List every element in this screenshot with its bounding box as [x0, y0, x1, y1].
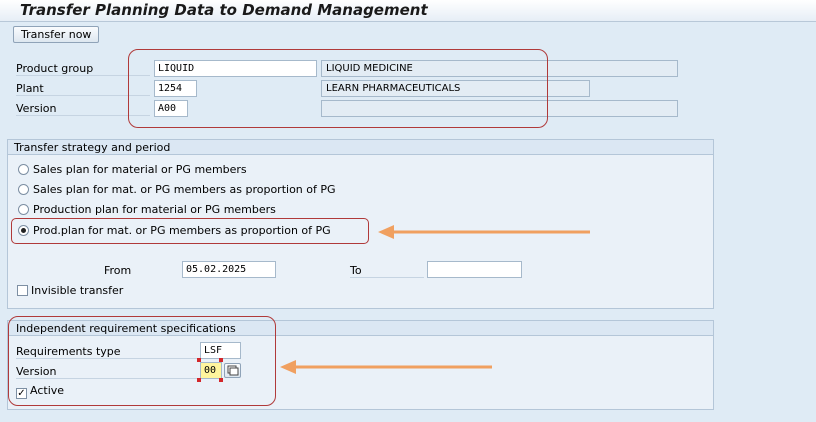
- requirements-highlight-box: [8, 316, 276, 406]
- to-label: To: [350, 264, 424, 278]
- arrow-left-icon: [378, 225, 590, 239]
- invisible-transfer-label: Invisible transfer: [31, 284, 124, 297]
- transfer-strategy-title: Transfer strategy and period: [14, 141, 171, 154]
- from-label: From: [104, 264, 132, 277]
- radio-button-icon[interactable]: [18, 204, 29, 215]
- title-bar: Transfer Planning Data to Demand Managem…: [0, 0, 816, 22]
- radio-button-icon[interactable]: [18, 164, 29, 175]
- radio-sales-plan-proportion[interactable]: Sales plan for mat. or PG members as pro…: [18, 183, 336, 196]
- transfer-strategy-header: Transfer strategy and period: [8, 140, 713, 155]
- header-highlight-box: [128, 49, 548, 128]
- radio-label: Sales plan for mat. or PG members as pro…: [33, 183, 336, 196]
- to-date-input[interactable]: [427, 261, 522, 278]
- from-date-input[interactable]: 05.02.2025: [182, 261, 276, 278]
- application-toolbar: Transfer now: [0, 22, 816, 48]
- arrow-left-icon: [280, 360, 492, 374]
- radio-production-plan[interactable]: Production plan for material or PG membe…: [18, 203, 276, 216]
- page-title: Transfer Planning Data to Demand Managem…: [20, 1, 428, 19]
- radio-label: Production plan for material or PG membe…: [33, 203, 276, 216]
- invisible-transfer-checkbox[interactable]: Invisible transfer: [17, 284, 123, 297]
- radio-highlight-box: [11, 218, 369, 244]
- radio-sales-plan[interactable]: Sales plan for material or PG members: [18, 163, 247, 176]
- radio-button-icon[interactable]: [18, 184, 29, 195]
- transfer-now-button[interactable]: Transfer now: [13, 26, 100, 43]
- checkbox-icon[interactable]: [17, 285, 28, 296]
- radio-label: Sales plan for material or PG members: [33, 163, 247, 176]
